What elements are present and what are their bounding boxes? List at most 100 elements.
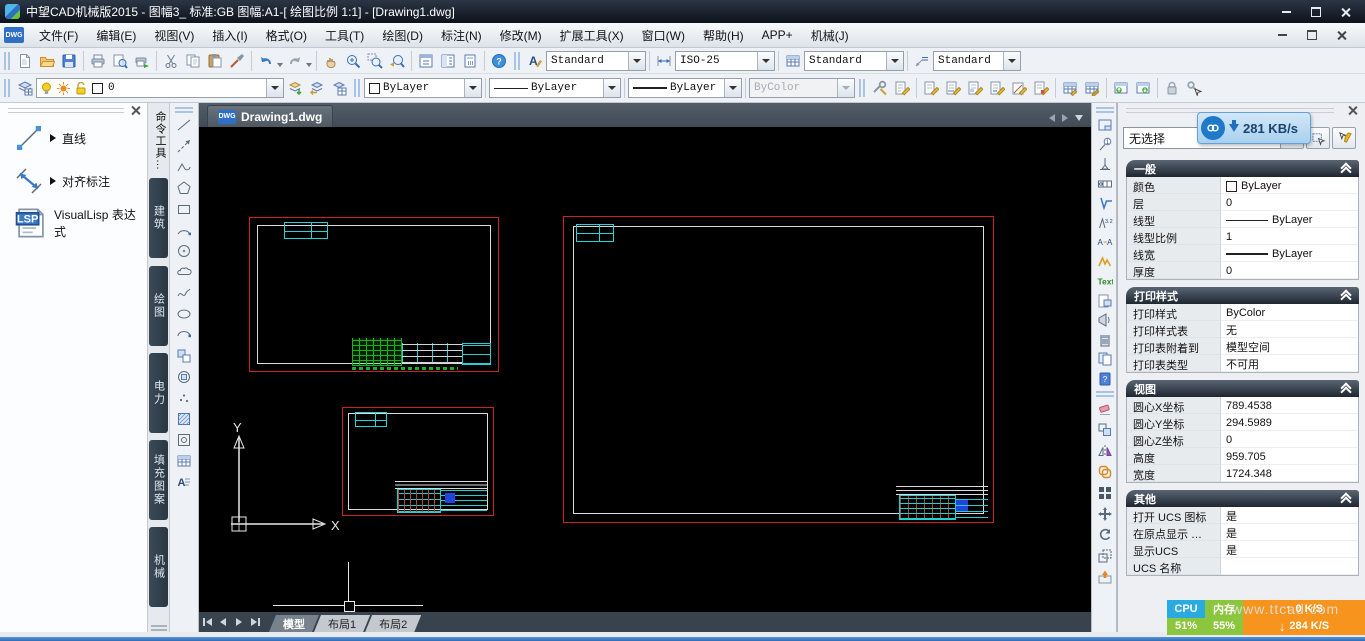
seal-button[interactable] (1161, 77, 1183, 99)
palette-item-2[interactable]: LSPVisualLisp 表达式 (14, 206, 147, 240)
polyline-button[interactable] (174, 157, 194, 177)
polygon-button[interactable] (174, 178, 194, 198)
menu-item-12[interactable]: APP+ (753, 23, 802, 47)
title-block-button[interactable] (942, 77, 964, 99)
wipeout-button[interactable] (1095, 310, 1115, 330)
mech-toolbar-handle[interactable] (1096, 107, 1114, 113)
layout-tab-布局2[interactable]: 布局2 (365, 615, 421, 632)
side-tab-2[interactable]: 电力 (149, 353, 168, 433)
property-value[interactable]: 959.705 (1221, 448, 1358, 465)
table-style-select[interactable]: Standard (804, 51, 904, 71)
drawing-canvas[interactable]: Y X (199, 127, 1091, 612)
part-list-button[interactable] (986, 77, 1008, 99)
toolbar-grip[interactable] (514, 52, 520, 70)
maximize-button[interactable] (1303, 4, 1329, 20)
print-button[interactable] (87, 50, 109, 72)
menu-item-6[interactable]: 绘图(D) (373, 23, 432, 47)
doc-close-button[interactable] (1329, 27, 1355, 43)
mech-tools-button[interactable] (869, 77, 891, 99)
property-value[interactable]: 是 (1221, 507, 1358, 524)
property-value[interactable]: 模型空间 (1221, 338, 1358, 355)
menu-item-5[interactable]: 工具(T) (316, 23, 373, 47)
surface-finish-button[interactable] (1095, 193, 1115, 213)
table-style-button[interactable] (782, 50, 804, 72)
mleader-style-button[interactable] (911, 50, 933, 72)
first-tab-button[interactable] (199, 615, 215, 629)
sheet-detail-button[interactable] (964, 77, 986, 99)
palette-close-icon[interactable] (130, 105, 141, 116)
frame-button[interactable] (1095, 115, 1115, 135)
doc-next-icon[interactable] (1062, 114, 1068, 122)
export-part-button[interactable] (1132, 77, 1154, 99)
text-style-button[interactable]: A (524, 50, 546, 72)
properties-close-icon[interactable] (1347, 105, 1358, 116)
publish-button[interactable] (131, 50, 153, 72)
help-book-button[interactable]: ? (1095, 369, 1115, 389)
ellipse-arc-button[interactable] (174, 325, 194, 345)
property-value[interactable]: ByLayer (1221, 211, 1358, 228)
menu-item-13[interactable]: 机械(J) (802, 23, 858, 47)
collapse-chevron-icon[interactable] (1341, 164, 1351, 174)
property-value[interactable]: 0 (1221, 194, 1358, 211)
menu-item-11[interactable]: 帮助(H) (694, 23, 753, 47)
scale-button[interactable] (1095, 546, 1115, 566)
undo-dropdown-icon[interactable] (277, 63, 283, 67)
prop-section-header[interactable]: 一般 (1126, 160, 1359, 177)
import-part-button[interactable] (1110, 77, 1132, 99)
property-value[interactable]: 无 (1221, 321, 1358, 338)
property-value[interactable]: 不可用 (1221, 355, 1358, 372)
paste-button[interactable] (204, 50, 226, 72)
circle-button[interactable] (174, 241, 194, 261)
mirror-button[interactable] (1095, 441, 1115, 461)
menu-item-2[interactable]: 视图(V) (145, 23, 203, 47)
copy-button[interactable] (182, 50, 204, 72)
menu-item-4[interactable]: 格式(O) (257, 23, 316, 47)
redo-button[interactable] (284, 50, 306, 72)
table-edit-button[interactable] (1059, 77, 1081, 99)
new-button[interactable] (14, 50, 36, 72)
menu-item-8[interactable]: 修改(M) (491, 23, 551, 47)
menu-item-7[interactable]: 标注(N) (432, 23, 491, 47)
menu-item-10[interactable]: 窗口(W) (633, 23, 694, 47)
layout-tab-布局1[interactable]: 布局1 (314, 615, 370, 632)
toolbar-grip[interactable] (859, 79, 865, 97)
match-properties-button[interactable] (226, 50, 248, 72)
palette-strip-grip[interactable] (151, 625, 167, 631)
side-tab-0[interactable]: 建筑 (149, 178, 168, 258)
save-button[interactable] (58, 50, 80, 72)
zoom-previous-button[interactable] (386, 50, 408, 72)
weld-button[interactable] (1095, 252, 1115, 272)
region-button[interactable] (174, 430, 194, 450)
text-style-select[interactable]: Standard (546, 51, 646, 71)
zoom-realtime-button[interactable] (342, 50, 364, 72)
help-button[interactable]: ? (488, 50, 510, 72)
toolbar-grip[interactable] (4, 79, 10, 97)
layer-select[interactable]: 0 (36, 78, 284, 98)
property-value[interactable]: ByColor (1221, 304, 1358, 321)
cut-button[interactable] (160, 50, 182, 72)
insert-block-button[interactable] (174, 346, 194, 366)
menu-item-9[interactable]: 扩展工具(X) (551, 23, 633, 47)
side-tab-1[interactable]: 绘图 (149, 266, 168, 346)
palette-tab-active[interactable]: 命令工具… (152, 111, 168, 171)
construction-line-button[interactable] (174, 136, 194, 156)
toolpalette-button[interactable] (415, 50, 437, 72)
doc-list-icon[interactable] (1075, 115, 1083, 121)
menu-item-3[interactable]: 插入(I) (203, 23, 256, 47)
sketch-edit-button[interactable] (1008, 77, 1030, 99)
close-button[interactable] (1333, 4, 1359, 20)
color-select[interactable]: ByLayer (364, 78, 482, 98)
open-button[interactable] (36, 50, 58, 72)
dim-style-select[interactable]: ISO-25 (675, 51, 775, 71)
palette-handle[interactable] (8, 108, 124, 109)
document-tab[interactable]: DWG Drawing1.dwg (207, 105, 333, 127)
lineweight-select[interactable]: ByLayer (628, 78, 742, 98)
property-value[interactable]: 0 (1221, 431, 1358, 448)
linetype-select[interactable]: ByLayer (489, 78, 621, 98)
bom-button[interactable] (1030, 77, 1052, 99)
ellipse-button[interactable] (174, 304, 194, 324)
layer-previous-button[interactable] (306, 77, 328, 99)
zoom-window-button[interactable] (364, 50, 386, 72)
draw-toolbar-handle[interactable] (175, 107, 193, 113)
print-preview-button[interactable] (109, 50, 131, 72)
